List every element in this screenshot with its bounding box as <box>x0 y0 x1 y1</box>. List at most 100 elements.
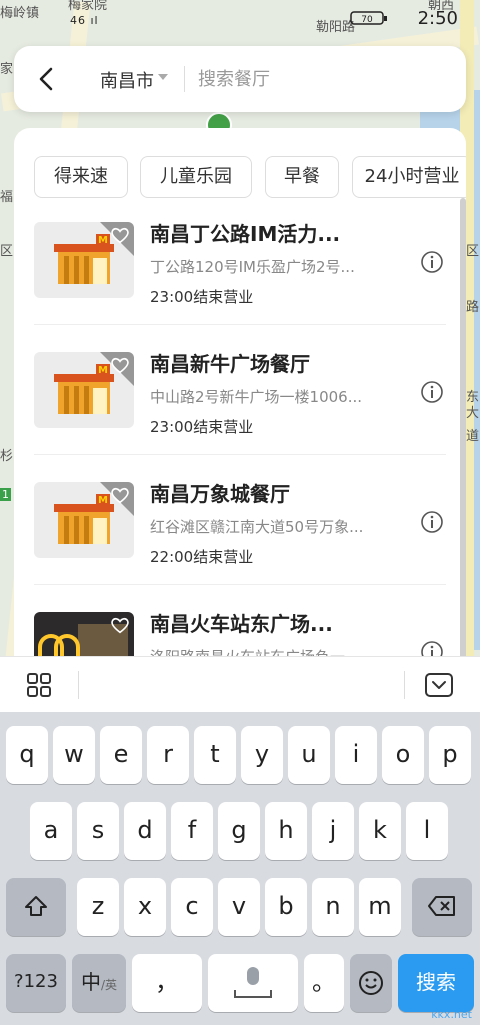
divider <box>404 671 405 699</box>
key-t[interactable]: t <box>194 726 236 784</box>
key-d[interactable]: d <box>124 802 166 860</box>
restaurant-hours: 23:00结束营业 <box>150 418 254 436</box>
key-h[interactable]: h <box>265 802 307 860</box>
city-selector[interactable]: 南昌市 <box>100 67 154 93</box>
key-w[interactable]: w <box>53 726 95 784</box>
restaurant-item[interactable]: M 南昌丁公路IM活力... 丁公路120号IM乐盈广场2号... 23:00结… <box>34 222 454 332</box>
emoji-key[interactable] <box>350 954 392 1012</box>
chip-drive-thru[interactable]: 得来速 <box>34 156 128 198</box>
heart-icon[interactable] <box>109 484 131 506</box>
key-f[interactable]: f <box>171 802 213 860</box>
restaurant-thumbnail: M <box>34 222 134 298</box>
key-b[interactable]: b <box>265 878 307 936</box>
key-s[interactable]: s <box>77 802 119 860</box>
numbers-key[interactable]: ?123 <box>6 954 66 1012</box>
heart-icon[interactable] <box>109 354 131 376</box>
key-i[interactable]: i <box>335 726 377 784</box>
signal-icon: 46 ıl <box>70 14 99 27</box>
space-key[interactable] <box>208 954 298 1012</box>
chevron-left-icon <box>39 67 53 91</box>
results-panel: 得来速 儿童乐园 早餐 24小时营业 M 南昌丁公路IM活力... 丁公路120… <box>14 128 466 668</box>
key-e[interactable]: e <box>100 726 142 784</box>
key-v[interactable]: v <box>218 878 260 936</box>
shift-arrow-icon <box>25 896 47 916</box>
restaurant-thumbnail: M <box>34 352 134 428</box>
key-p[interactable]: p <box>429 726 471 784</box>
key-o[interactable]: o <box>382 726 424 784</box>
comma-key[interactable]: ， <box>132 954 202 1012</box>
restaurant-name: 南昌万象城餐厅 <box>150 482 290 506</box>
language-sub-label: /英 <box>100 978 118 992</box>
space-bar-icon <box>234 990 272 998</box>
key-y[interactable]: y <box>241 726 283 784</box>
map-label: 福 <box>0 190 14 205</box>
key-k[interactable]: k <box>359 802 401 860</box>
key-c[interactable]: c <box>171 878 213 936</box>
search-key[interactable]: 搜索 <box>398 954 474 1012</box>
restaurant-address: 丁公路120号IM乐盈广场2号... <box>150 258 355 276</box>
scrollbar[interactable] <box>460 198 466 668</box>
period-key[interactable]: 。 <box>304 954 344 1012</box>
shift-key[interactable] <box>6 878 66 936</box>
key-a[interactable]: a <box>30 802 72 860</box>
grid-menu-icon[interactable] <box>26 672 52 698</box>
divider <box>184 66 185 92</box>
emoji-icon <box>359 971 383 995</box>
language-label: 中 <box>80 970 101 994</box>
heart-icon[interactable] <box>109 224 131 246</box>
map-label: 区 <box>0 244 14 259</box>
hide-keyboard-icon[interactable] <box>425 673 453 697</box>
microphone-icon <box>247 967 259 985</box>
divider <box>78 671 79 699</box>
language-toggle-key[interactable]: 中/英 <box>72 954 126 1012</box>
keyboard-toolbar <box>0 656 480 712</box>
battery-icon: 70 <box>350 10 390 30</box>
map-label: 路 <box>466 300 480 315</box>
divider <box>34 584 446 585</box>
key-n[interactable]: n <box>312 878 354 936</box>
heart-icon[interactable] <box>109 614 131 636</box>
map-label: 家 <box>0 62 14 77</box>
restaurant-hours: 22:00结束营业 <box>150 548 254 566</box>
status-bar: 46 ıl 70 2:50 <box>0 0 480 36</box>
restaurant-address: 中山路2号新牛广场一楼1006... <box>150 388 363 406</box>
restaurant-thumbnail: M <box>34 482 134 558</box>
key-z[interactable]: z <box>77 878 119 936</box>
chip-24-hours[interactable]: 24小时营业 <box>352 156 466 198</box>
restaurant-name: 南昌新牛广场餐厅 <box>150 352 310 376</box>
restaurant-item[interactable]: M 南昌新牛广场餐厅 中山路2号新牛广场一楼1006... 23:00结束营业 <box>34 352 454 462</box>
divider <box>34 324 446 325</box>
restaurant-address: 红谷滩区赣江南大道50号万象... <box>150 518 364 536</box>
search-input[interactable] <box>198 65 448 93</box>
key-m[interactable]: m <box>359 878 401 936</box>
svg-text:70: 70 <box>361 15 373 25</box>
key-g[interactable]: g <box>218 802 260 860</box>
key-q[interactable]: q <box>6 726 48 784</box>
search-bar: 南昌市 <box>14 46 466 112</box>
restaurant-name: 南昌丁公路IM活力... <box>150 222 341 246</box>
map-label: 区 <box>466 244 480 259</box>
chip-breakfast[interactable]: 早餐 <box>265 156 339 198</box>
info-icon[interactable] <box>420 380 444 404</box>
map-label: 东大 <box>466 390 480 421</box>
key-r[interactable]: r <box>147 726 189 784</box>
caret-down-icon[interactable] <box>158 74 168 80</box>
back-button[interactable] <box>32 64 62 94</box>
soft-keyboard: q w e r t y u i o p a s d f g h j k l z … <box>0 712 480 1025</box>
chip-kids-playground[interactable]: 儿童乐园 <box>140 156 252 198</box>
info-icon[interactable] <box>420 250 444 274</box>
info-icon[interactable] <box>420 510 444 534</box>
backspace-key[interactable] <box>412 878 472 936</box>
status-time: 2:50 <box>417 8 458 29</box>
key-u[interactable]: u <box>288 726 330 784</box>
key-j[interactable]: j <box>312 802 354 860</box>
key-x[interactable]: x <box>124 878 166 936</box>
restaurant-name: 南昌火车站东广场... <box>150 612 333 636</box>
restaurant-item[interactable]: M 南昌万象城餐厅 红谷滩区赣江南大道50号万象... 22:00结束营业 <box>34 482 454 592</box>
watermark: kkx.net <box>431 1008 472 1021</box>
restaurant-hours: 23:00结束营业 <box>150 288 254 306</box>
key-l[interactable]: l <box>406 802 448 860</box>
backspace-icon <box>428 896 455 916</box>
map-label: 杉 <box>0 449 14 464</box>
map-label: 道 <box>466 429 480 444</box>
